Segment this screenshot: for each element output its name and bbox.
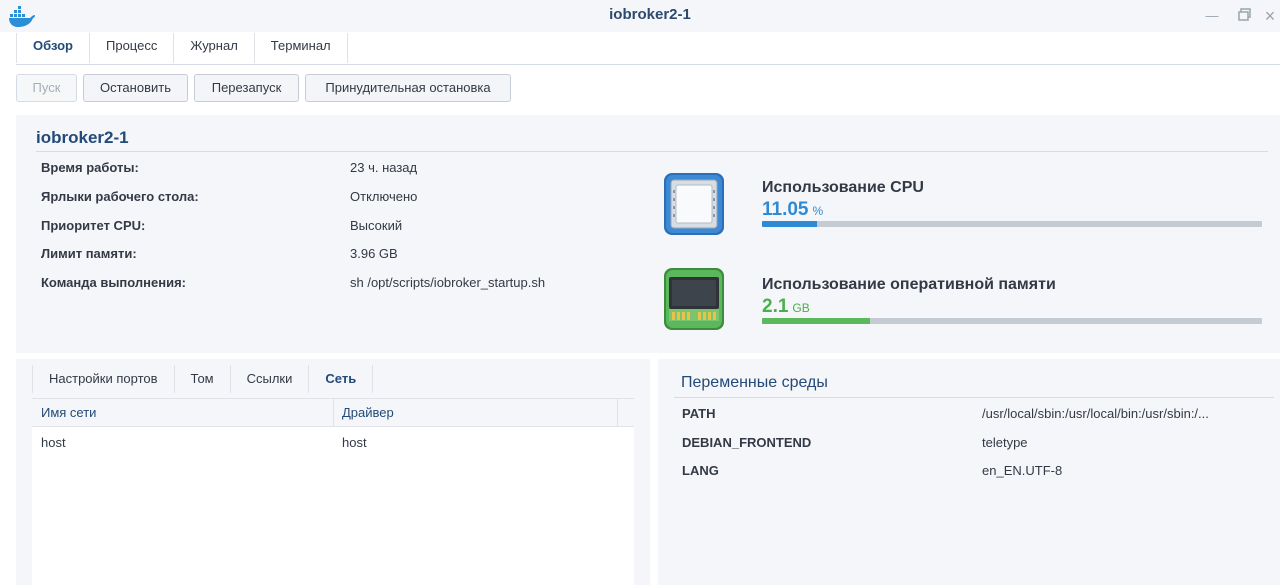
- uptime-value: 23 ч. назад: [350, 160, 418, 175]
- maximize-icon[interactable]: [1237, 8, 1253, 24]
- env-key-lang: LANG: [682, 463, 719, 478]
- tab-terminal[interactable]: Терминал: [255, 33, 348, 63]
- column-header-network-name[interactable]: Имя сети: [41, 405, 96, 420]
- ram-usage-value: 2.1 GB: [762, 296, 810, 317]
- env-value-lang: en_EN.UTF-8: [982, 463, 1063, 478]
- cpu-usage-bar: [762, 221, 1262, 227]
- tab-process[interactable]: Процесс: [90, 33, 175, 63]
- cpu-usage-value: 11.05%: [762, 199, 824, 220]
- overview-divider: [36, 151, 1268, 152]
- column-header-driver[interactable]: Драйвер: [342, 405, 394, 420]
- tab-network[interactable]: Сеть: [309, 365, 374, 393]
- ram-usage-bar: [762, 318, 1262, 324]
- force-stop-button[interactable]: Принудительная остановка: [305, 74, 511, 102]
- stop-button[interactable]: Остановить: [83, 74, 188, 102]
- cpu-usage-unit: %: [812, 204, 824, 218]
- cpu-usage-bar-fill: [762, 221, 817, 227]
- ram-module-icon: [663, 267, 725, 331]
- exec-command-label: Команда выполнения:: [41, 275, 186, 290]
- network-name-cell[interactable]: host: [41, 435, 66, 450]
- tab-log[interactable]: Журнал: [174, 33, 255, 63]
- cpu-priority-label: Приоритет CPU:: [41, 218, 146, 233]
- desktop-shortcut-label: Ярлыки рабочего стола:: [41, 189, 199, 204]
- column-separator[interactable]: [617, 398, 618, 427]
- cpu-usage-title: Использование CPU: [762, 179, 924, 196]
- env-key-debian-frontend: DEBIAN_FRONTEND: [682, 435, 812, 450]
- window-title: iobroker2-1: [609, 6, 691, 23]
- env-value-debian-frontend: teletype: [982, 435, 1028, 450]
- tab-volume[interactable]: Том: [175, 365, 231, 393]
- env-variables-title: Переменные среды: [681, 374, 828, 391]
- tab-overview[interactable]: Обзор: [16, 33, 90, 63]
- memory-limit-value: 3.96 GB: [350, 246, 398, 261]
- minimize-icon[interactable]: —: [1204, 8, 1220, 24]
- env-variables-panel: [658, 359, 1280, 585]
- detail-tabs: Настройки портов Том Ссылки Сеть: [32, 365, 374, 393]
- cpu-priority-value: Высокий: [350, 218, 403, 233]
- env-divider: [674, 397, 1274, 398]
- env-value-path: /usr/local/sbin:/usr/local/bin:/usr/sbin…: [982, 406, 1209, 421]
- cpu-chip-icon: [663, 172, 725, 236]
- exec-command-value: sh /opt/scripts/iobroker_startup.sh: [350, 275, 546, 290]
- tabs-divider: [16, 64, 1280, 65]
- desktop-shortcut-value: Отключено: [350, 189, 418, 204]
- close-icon[interactable]: ×: [1262, 7, 1278, 25]
- tab-port-settings[interactable]: Настройки портов: [33, 365, 175, 393]
- restart-button[interactable]: Перезапуск: [194, 74, 299, 102]
- network-driver-cell[interactable]: host: [342, 435, 367, 450]
- ram-usage-unit: GB: [792, 301, 810, 315]
- main-tabs: Обзор Процесс Журнал Терминал: [16, 33, 348, 63]
- ram-usage-title: Использование оперативной памяти: [762, 276, 1056, 293]
- memory-limit-label: Лимит памяти:: [41, 246, 137, 261]
- ram-usage-bar-fill: [762, 318, 870, 324]
- uptime-label: Время работы:: [41, 160, 139, 175]
- start-button[interactable]: Пуск: [16, 74, 77, 102]
- column-separator[interactable]: [333, 398, 334, 427]
- tab-links[interactable]: Ссылки: [231, 365, 310, 393]
- container-name-heading: iobroker2-1: [36, 128, 129, 147]
- env-key-path: PATH: [682, 406, 716, 421]
